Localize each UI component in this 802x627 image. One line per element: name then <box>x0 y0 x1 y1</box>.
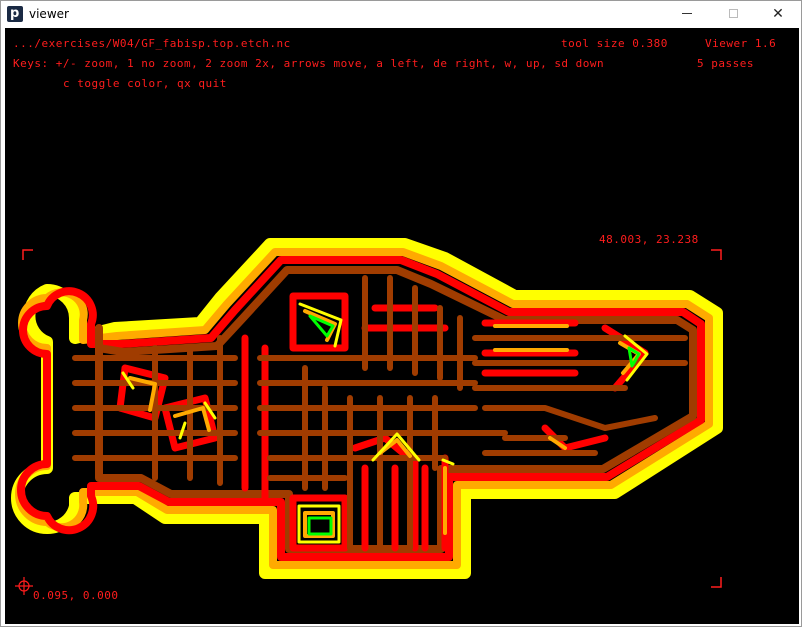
corner-bracket-bottom-right <box>711 577 722 588</box>
maximize-icon <box>729 9 738 18</box>
close-button[interactable]: ✕ <box>755 1 801 27</box>
window-title: viewer <box>29 7 69 21</box>
toolpath-canvas[interactable]: .../exercises/W04/GF_fabisp.top.etch.nc … <box>5 28 799 624</box>
corner-bracket-top-right <box>711 249 722 260</box>
p-logo-icon: p <box>7 6 23 22</box>
viewer-window: p viewer ✕ .../exercises/W04/GF_fabisp.t… <box>0 0 802 627</box>
pcb-toolpath-drawing <box>11 238 723 595</box>
origin-crosshair-icon <box>15 577 33 595</box>
minimize-icon <box>682 13 692 14</box>
close-icon: ✕ <box>772 6 784 22</box>
minimize-button[interactable] <box>665 1 711 27</box>
title-bar[interactable]: p viewer ✕ <box>1 1 801 27</box>
corner-bracket-top-left <box>22 249 33 260</box>
maximize-button[interactable] <box>711 1 757 27</box>
